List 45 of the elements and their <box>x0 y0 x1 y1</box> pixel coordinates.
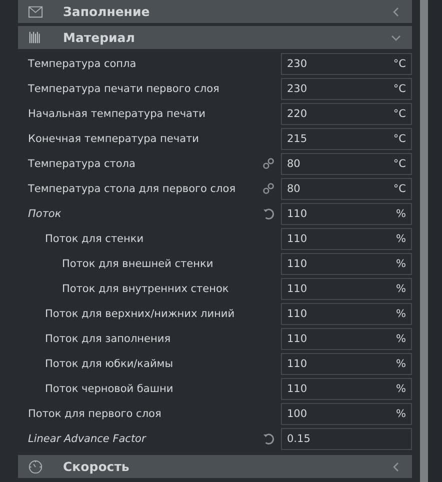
setting-label: Поток для первого слоя <box>27 408 162 420</box>
setting-label: Поток для внутренних стенок <box>61 282 230 294</box>
infill-icon <box>28 4 43 19</box>
setting-label: Начальная температура печати <box>27 108 206 120</box>
value-field[interactable]: 110 % <box>281 252 412 274</box>
value-field[interactable]: 215 °C <box>281 128 412 150</box>
value-field[interactable]: 110 % <box>281 378 412 400</box>
link-icon[interactable] <box>262 182 274 195</box>
category-header[interactable]: Заполнение <box>18 0 412 23</box>
value-field[interactable]: 110 % <box>281 328 412 350</box>
value-field[interactable]: 110 % <box>281 352 412 374</box>
setting-label: Поток для верхних/нижних линий <box>44 308 236 320</box>
value-field[interactable]: 230 °C <box>281 78 412 100</box>
link-icon[interactable] <box>262 157 274 170</box>
setting-label: Конечная температура печати <box>27 132 200 144</box>
setting-label: Поток для юбки/каймы <box>44 358 174 370</box>
setting-label: Поток <box>27 208 62 220</box>
value-field[interactable]: 110 % <box>281 278 412 300</box>
setting-label: Температура стола <box>27 158 136 170</box>
category-header[interactable]: Материал <box>18 26 412 49</box>
value-field[interactable]: 110 % <box>281 202 412 224</box>
category-title: Материал <box>63 30 136 45</box>
setting-label: Поток для стенки <box>44 232 145 244</box>
setting-label: Температура печати первого слоя <box>27 82 220 94</box>
reset-icon[interactable] <box>262 207 274 220</box>
value-field[interactable]: 110 % <box>281 302 412 324</box>
value-field[interactable]: 110 % <box>281 228 412 250</box>
setting-label: Температура сопла <box>27 58 138 70</box>
category-header[interactable]: Скорость <box>18 455 412 478</box>
value-field[interactable]: 100 % <box>281 402 412 424</box>
value-field[interactable]: 80 °C <box>281 152 412 174</box>
reset-icon[interactable] <box>262 432 274 445</box>
setting-label: Поток для внешней стенки <box>61 258 214 270</box>
value-field[interactable]: 230 °C <box>281 52 412 74</box>
value-field[interactable]: 220 °C <box>281 102 412 124</box>
gauge-icon <box>28 459 43 474</box>
value-field[interactable]: 0.15 <box>281 428 412 450</box>
setting-label: Linear Advance Factor <box>27 432 148 444</box>
setting-label: Температура стола для первого слоя <box>27 182 237 194</box>
category-title: Скорость <box>63 459 130 474</box>
category-title: Заполнение <box>63 4 151 19</box>
setting-label: Поток для заполнения <box>44 332 172 344</box>
scrollbar[interactable] <box>420 0 428 482</box>
setting-label: Поток черновой башни <box>44 382 174 394</box>
value-field[interactable]: 80 °C <box>281 178 412 200</box>
